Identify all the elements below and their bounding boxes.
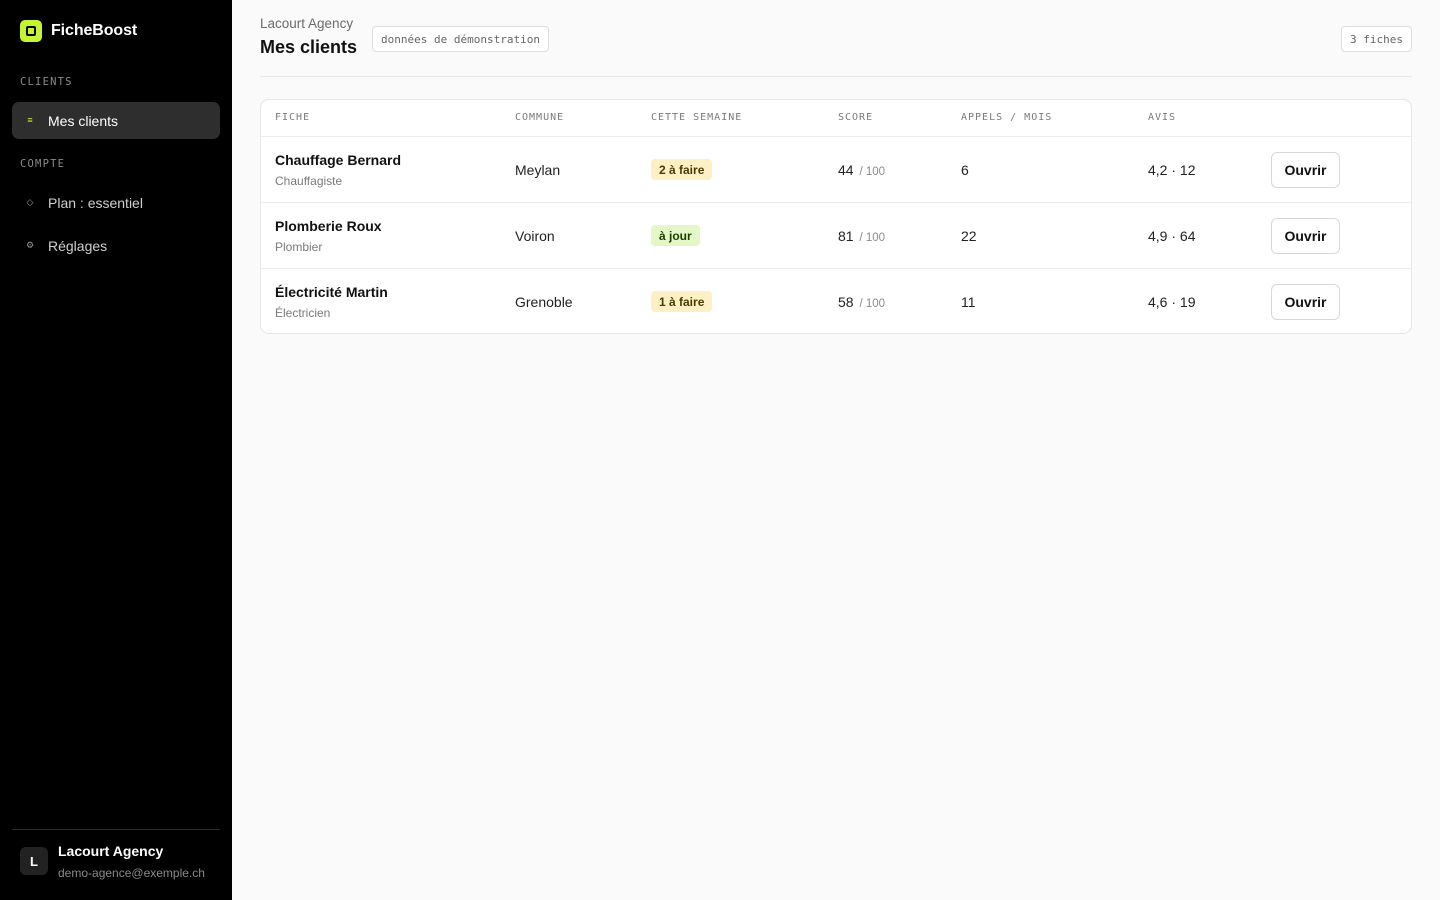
brand[interactable]: FicheBoost <box>20 20 137 42</box>
score-total: / 100 <box>859 166 886 178</box>
gear-icon: ⚙ <box>26 240 35 250</box>
client-name: Chauffage Bernard <box>275 152 402 168</box>
status-badge: 2 à faire <box>651 159 713 180</box>
sidebar-item-plan[interactable]: ◇ Plan : essentiel <box>12 184 220 221</box>
client-reviews: 4,6 · 19 <box>1148 294 1196 310</box>
open-button[interactable]: Ouvrir <box>1271 284 1340 320</box>
column-header-semaine[interactable]: CETTE SEMAINE <box>651 112 742 123</box>
client-reviews: 4,9 · 64 <box>1148 228 1196 244</box>
sidebar-item-label: Réglages <box>48 237 108 254</box>
score-value: 58 <box>838 294 854 310</box>
column-header-appels[interactable]: APPELS / MOIS <box>961 112 1052 123</box>
sidebar-item-label: Plan : essentiel <box>48 194 143 211</box>
header-divider <box>260 76 1412 77</box>
client-reviews: 4,2 · 12 <box>1148 162 1196 178</box>
status-badge: à jour <box>651 225 700 246</box>
table-row[interactable]: Chauffage Bernard Chauffagiste Meylan 2 … <box>261 137 1411 203</box>
table-row[interactable]: Électricité Martin Électricien Grenoble … <box>261 269 1411 333</box>
open-button[interactable]: Ouvrir <box>1271 218 1340 254</box>
client-name: Électricité Martin <box>275 284 388 300</box>
column-header-fiche[interactable]: FICHE <box>275 112 310 123</box>
client-score: 58 / 100 <box>838 294 885 310</box>
list-icon: ≡ <box>27 115 33 125</box>
score-total: / 100 <box>859 298 886 310</box>
diamond-icon: ◇ <box>26 197 34 207</box>
column-header-score[interactable]: SCORE <box>838 112 873 123</box>
clients-table: FICHE COMMUNE CETTE SEMAINE SCORE APPELS… <box>260 99 1412 334</box>
table-header: FICHE COMMUNE CETTE SEMAINE SCORE APPELS… <box>261 100 1411 137</box>
client-trade: Chauffagiste <box>275 174 343 188</box>
client-calls: 22 <box>961 228 977 244</box>
table-row[interactable]: Plomberie Roux Plombier Voiron à jour 81… <box>261 203 1411 269</box>
page-title: Mes clients <box>260 37 358 57</box>
client-score: 81 / 100 <box>838 228 885 244</box>
client-calls: 11 <box>961 294 976 310</box>
section-label-compte: COMPTE <box>20 158 66 170</box>
client-trade: Électricien <box>275 306 331 320</box>
count-badge: 3 fiches <box>1341 26 1412 52</box>
open-button[interactable]: Ouvrir <box>1271 152 1340 188</box>
client-name: Plomberie Roux <box>275 218 382 234</box>
user-email: demo-agence@exemple.ch <box>58 866 205 880</box>
score-value: 44 <box>838 162 854 178</box>
avatar[interactable]: L <box>20 847 48 875</box>
sidebar-divider <box>12 829 220 830</box>
client-commune: Grenoble <box>515 294 573 310</box>
demo-data-badge: données de démonstration <box>372 26 549 52</box>
brand-name: FicheBoost <box>51 22 138 39</box>
section-label-clients: CLIENTS <box>20 76 73 88</box>
score-value: 81 <box>838 228 854 244</box>
user-name: Lacourt Agency <box>58 843 164 859</box>
client-trade: Plombier <box>275 240 323 254</box>
sidebar-item-reglages[interactable]: ⚙ Réglages <box>12 227 220 264</box>
client-calls: 6 <box>961 162 969 178</box>
sidebar-item-mes-clients[interactable]: ≡ Mes clients <box>12 102 220 139</box>
status-badge: 1 à faire <box>651 291 713 312</box>
client-score: 44 / 100 <box>838 162 885 178</box>
score-total: / 100 <box>859 232 886 244</box>
column-header-avis[interactable]: AVIS <box>1148 112 1176 123</box>
sidebar: FicheBoost CLIENTS ≡ Mes clients COMPTE … <box>0 0 232 900</box>
client-commune: Voiron <box>515 228 555 244</box>
agency-name: Lacourt Agency <box>260 16 354 31</box>
column-header-commune[interactable]: COMMUNE <box>515 112 564 123</box>
sidebar-item-label: Mes clients <box>48 112 119 129</box>
client-commune: Meylan <box>515 162 561 178</box>
brand-logo-icon <box>20 20 42 42</box>
